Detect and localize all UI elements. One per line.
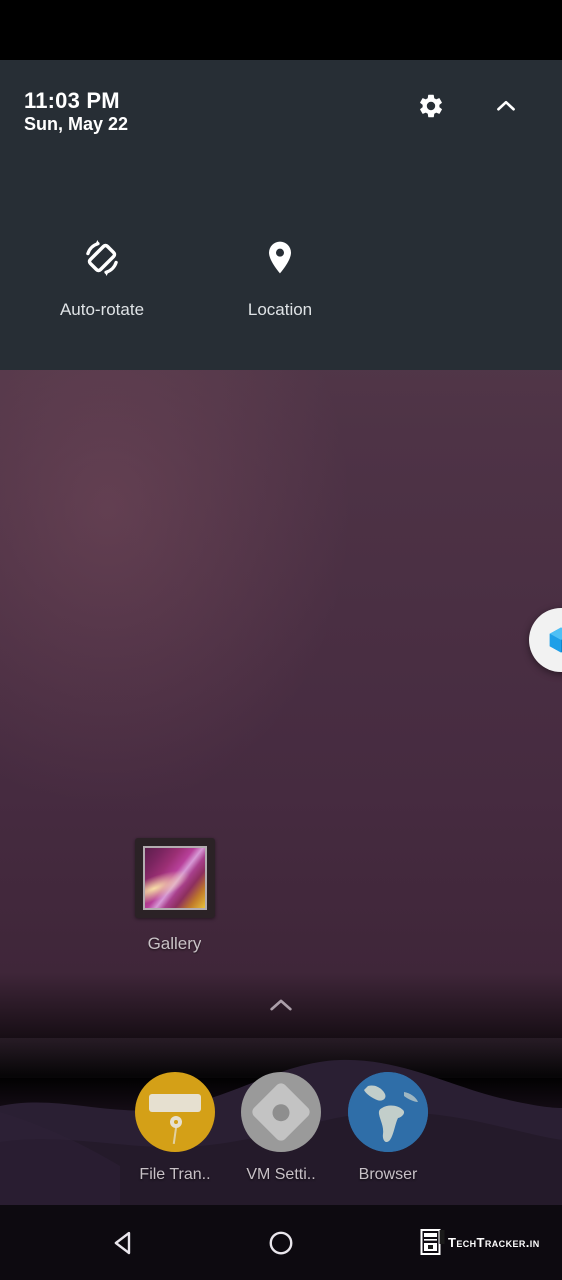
- virtualbox-cube-icon: [549, 627, 562, 653]
- gear-icon: [420, 94, 442, 118]
- gallery-icon: [134, 838, 215, 918]
- qs-tile-auto-rotate[interactable]: Auto-rotate: [22, 235, 182, 350]
- techtracker-logo-icon: [420, 1229, 445, 1255]
- dock-app-label: VM Setti..: [246, 1166, 316, 1183]
- watermark-text: TechTracker.in: [448, 1234, 540, 1250]
- dock-app-file-transfer[interactable]: File Tran..: [120, 1072, 230, 1200]
- nav-home-button[interactable]: [258, 1221, 304, 1265]
- clock-time: 11:03 PM: [24, 88, 120, 113]
- qs-tile-location[interactable]: Location: [200, 235, 360, 350]
- dock-app-label: Browser: [358, 1166, 418, 1183]
- clock-date: Sun, May 22: [24, 114, 129, 134]
- home-circle-icon: [269, 1231, 293, 1255]
- auto-rotate-icon: [79, 235, 125, 281]
- nav-back-button[interactable]: [101, 1221, 147, 1265]
- chevron-up-icon: [497, 100, 515, 111]
- status-bar: [0, 0, 562, 60]
- location-pin-icon: [257, 235, 303, 281]
- dock-app-browser[interactable]: Browser: [333, 1072, 443, 1200]
- browser-globe-icon: [348, 1072, 428, 1152]
- vm-settings-icon-center-dot: [272, 1103, 290, 1121]
- vm-settings-icon-diamond: [249, 1080, 313, 1144]
- dock-app-vm-settings[interactable]: VM Setti..: [226, 1072, 336, 1200]
- quick-settings-header: 11:03 PM Sun, May 22: [0, 60, 562, 150]
- app-drawer-indicator[interactable]: [261, 988, 301, 1022]
- back-triangle-icon: [114, 1231, 131, 1255]
- file-transfer-icon: [135, 1072, 215, 1152]
- file-transfer-icon-bar: [149, 1094, 201, 1112]
- settings-button[interactable]: [411, 86, 451, 126]
- android-screen: 11:03 PM Sun, May 22 Auto-rotate Locatio…: [0, 0, 562, 1280]
- qs-tile-label: Auto-rotate: [59, 300, 145, 319]
- vm-settings-icon: [241, 1072, 321, 1152]
- watermark: TechTracker.in: [420, 1224, 540, 1260]
- home-app-gallery[interactable]: Gallery: [122, 838, 227, 978]
- wallpaper-glow: [0, 300, 360, 820]
- quick-settings-panel: 11:03 PM Sun, May 22 Auto-rotate Locatio…: [0, 60, 562, 370]
- qs-tile-label: Location: [247, 300, 313, 319]
- chevron-up-icon: [270, 999, 292, 1011]
- collapse-panel-button[interactable]: [486, 86, 526, 126]
- gallery-icon-photo: [142, 846, 207, 910]
- home-app-label: Gallery: [147, 934, 202, 953]
- file-transfer-icon-stem: [172, 1125, 178, 1145]
- dock-app-label: File Tran..: [139, 1166, 211, 1183]
- dock: File Tran.. VM Setti.. Browser: [0, 1072, 562, 1200]
